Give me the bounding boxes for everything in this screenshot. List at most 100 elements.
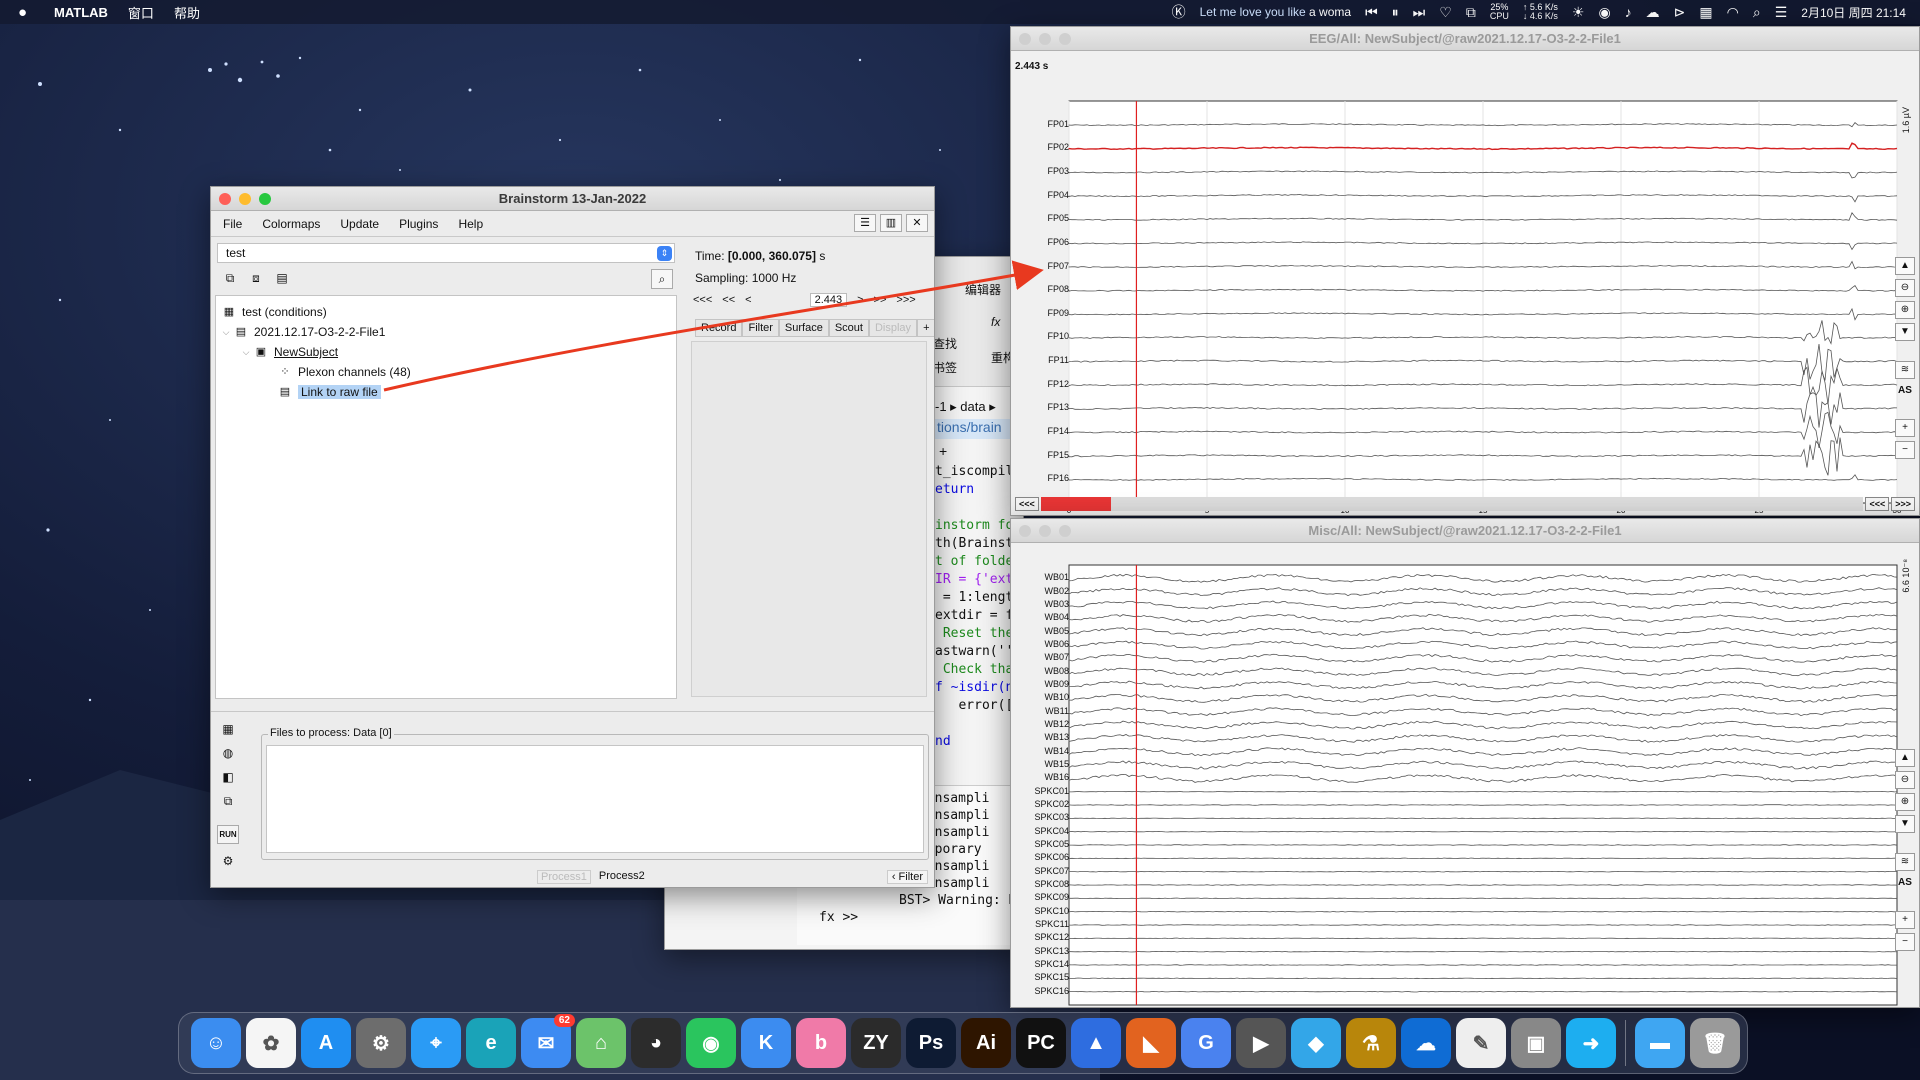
- channel-label[interactable]: WB16: [1011, 772, 1069, 782]
- close-icon[interactable]: [1019, 524, 1031, 537]
- channel-label[interactable]: SPKC05: [1011, 839, 1069, 849]
- grid-icon[interactable]: ▦: [1699, 4, 1712, 21]
- channel-label[interactable]: WB04: [1011, 612, 1069, 622]
- autoscale-button[interactable]: AS: [1895, 875, 1915, 893]
- eeg-plot[interactable]: 051015202530: [1011, 51, 1920, 516]
- channel-label[interactable]: FP16: [1011, 473, 1069, 483]
- code-line[interactable]: astwarn('': [935, 643, 1013, 661]
- nav-first-button[interactable]: <<<: [693, 294, 712, 306]
- tree-node-raw-link[interactable]: ▤ Link to raw file: [216, 382, 676, 402]
- channel-label[interactable]: WB15: [1011, 759, 1069, 769]
- channel-label[interactable]: SPKC09: [1011, 892, 1069, 902]
- scroll-track[interactable]: [1040, 497, 1864, 511]
- chevron-down-icon[interactable]: ⌵: [240, 347, 252, 358]
- previous-track-icon[interactable]: ⏮: [1365, 4, 1378, 21]
- code-line[interactable]: t of folde: [935, 553, 1013, 571]
- editor-tab-label[interactable]: 编辑器: [965, 281, 1001, 298]
- pause-icon[interactable]: ⏸: [1392, 4, 1399, 21]
- sources-icon[interactable]: ◍: [217, 746, 239, 760]
- menu-help[interactable]: Help: [458, 217, 483, 231]
- misc-plot[interactable]: [1011, 543, 1920, 1008]
- migration-icon[interactable]: ➜: [1566, 1018, 1616, 1068]
- spotlight-icon[interactable]: ⌕: [1753, 4, 1761, 21]
- minimize-icon[interactable]: [1039, 32, 1051, 45]
- channel-label[interactable]: WB10: [1011, 692, 1069, 702]
- scroll-up-button[interactable]: ▲: [1895, 749, 1915, 767]
- apple-menu-icon[interactable]: ●: [18, 4, 40, 21]
- nav-next-button[interactable]: >: [857, 294, 863, 306]
- gain-minus-button[interactable]: −: [1895, 441, 1915, 459]
- screens-icon[interactable]: ⧉: [1466, 4, 1476, 21]
- translate-icon[interactable]: G: [1181, 1018, 1231, 1068]
- channel-label[interactable]: SPKC08: [1011, 879, 1069, 889]
- channel-label[interactable]: SPKC15: [1011, 972, 1069, 982]
- select-files-icon[interactable]: ▦: [217, 722, 239, 736]
- nav-prev-page-button[interactable]: <<: [722, 294, 735, 306]
- code-area[interactable]: t_iscompil eturn instorm fo th(Brainst t of…: [935, 463, 1013, 751]
- heart-icon[interactable]: ♡: [1439, 4, 1452, 21]
- tab-record[interactable]: Record: [695, 319, 743, 337]
- channel-label[interactable]: FP04: [1011, 190, 1069, 200]
- channel-label[interactable]: FP07: [1011, 261, 1069, 271]
- editor-breadcrumb[interactable]: -1 ▸ data ▸: [935, 399, 996, 415]
- video-icon[interactable]: ▶: [1236, 1018, 1286, 1068]
- channel-label[interactable]: WB13: [1011, 732, 1069, 742]
- channel-label[interactable]: FP12: [1011, 379, 1069, 389]
- menu-colormaps[interactable]: Colormaps: [262, 217, 320, 231]
- scroll-left-button[interactable]: <<<: [1015, 497, 1039, 511]
- channel-label[interactable]: FP14: [1011, 426, 1069, 436]
- current-time-input[interactable]: 2.443: [809, 293, 848, 307]
- wechat-status-icon[interactable]: ◉: [1598, 4, 1610, 21]
- page-left-button[interactable]: <<<: [1865, 497, 1890, 511]
- functional-view-icon[interactable]: ⧈: [247, 271, 265, 287]
- nav-prev-button[interactable]: <: [745, 294, 751, 306]
- tab-filter[interactable]: Filter: [742, 319, 779, 337]
- tree-node-channels[interactable]: ⁘ Plexon channels (48): [216, 362, 676, 382]
- gain-plus-button[interactable]: +: [1895, 911, 1915, 929]
- scroll-down-button[interactable]: ▼: [1895, 323, 1915, 341]
- brightness-icon[interactable]: ☀: [1572, 4, 1585, 21]
- photos-icon[interactable]: ✿: [246, 1018, 296, 1068]
- app-store-icon[interactable]: A: [301, 1018, 351, 1068]
- code-line[interactable]: Check tha: [935, 661, 1013, 679]
- eeg-titlebar[interactable]: EEG/All: NewSubject/@raw2021.12.17-O3-2-…: [1011, 27, 1919, 51]
- tab-process2[interactable]: Process2: [599, 870, 645, 884]
- list-view-icon[interactable]: ☰: [854, 214, 876, 232]
- timefreq-icon[interactable]: ◧: [217, 770, 239, 784]
- notification-icon[interactable]: ♪: [1625, 4, 1632, 20]
- channel-label[interactable]: FP08: [1011, 284, 1069, 294]
- preview-icon[interactable]: ▣: [1511, 1018, 1561, 1068]
- tab-add[interactable]: +: [917, 319, 934, 337]
- tree-node-subject[interactable]: ⌵ ▣ NewSubject: [216, 342, 676, 362]
- run-button[interactable]: RUN: [217, 825, 239, 844]
- new-tab-button[interactable]: +: [939, 443, 947, 459]
- now-playing[interactable]: Let me love you like a woma: [1200, 5, 1351, 19]
- bookmark-button[interactable]: 书签: [933, 359, 957, 376]
- channel-label[interactable]: SPKC14: [1011, 959, 1069, 969]
- channel-label[interactable]: FP03: [1011, 166, 1069, 176]
- channel-label[interactable]: SPKC01: [1011, 786, 1069, 796]
- code-line[interactable]: = 1:lengt: [935, 589, 1013, 607]
- photoshop-icon[interactable]: Ps: [906, 1018, 956, 1068]
- channel-label[interactable]: FP02: [1011, 142, 1069, 152]
- code-line[interactable]: [935, 499, 1013, 517]
- nav-last-button[interactable]: >>>: [896, 294, 915, 306]
- channel-label[interactable]: SPKC03: [1011, 812, 1069, 822]
- code-line[interactable]: t_iscompil: [935, 463, 1013, 481]
- pipeline-icon[interactable]: ⚙: [217, 854, 239, 868]
- gain-plus-button[interactable]: +: [1895, 419, 1915, 437]
- mail-icon[interactable]: ✉ 62: [521, 1014, 575, 1068]
- menu-file[interactable]: File: [223, 217, 242, 231]
- gain-minus-button[interactable]: −: [1895, 933, 1915, 951]
- channel-label[interactable]: FP10: [1011, 331, 1069, 341]
- channel-label[interactable]: SPKC10: [1011, 906, 1069, 916]
- code-line[interactable]: instorm fo: [935, 517, 1013, 535]
- close-icon[interactable]: [219, 192, 231, 205]
- nav-next-page-button[interactable]: >>: [874, 294, 887, 306]
- zoom-out-icon[interactable]: ⊖: [1895, 279, 1915, 297]
- scroll-down-button[interactable]: ▼: [1895, 815, 1915, 833]
- channel-label[interactable]: FP09: [1011, 308, 1069, 318]
- channel-label[interactable]: WB07: [1011, 652, 1069, 662]
- tab-surface[interactable]: Surface: [778, 319, 829, 337]
- zoom-out-icon[interactable]: ⊖: [1895, 771, 1915, 789]
